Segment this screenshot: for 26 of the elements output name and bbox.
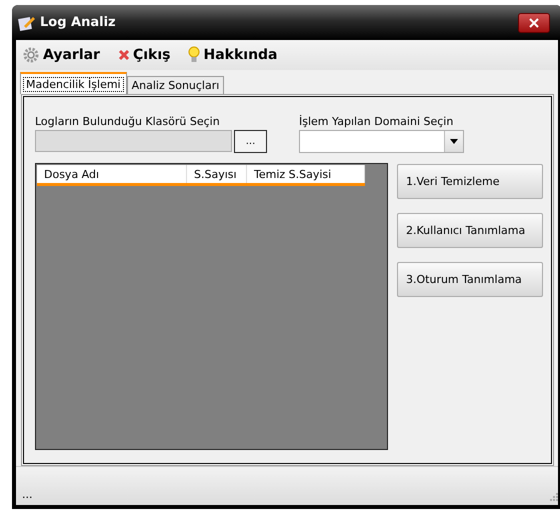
close-icon xyxy=(118,49,130,61)
dropdown-arrow-icon xyxy=(450,139,458,144)
close-icon xyxy=(529,18,539,28)
column-header[interactable]: Temiz S.Sayisi xyxy=(247,165,365,183)
action-button[interactable]: 2.Kullanıcı Tanımlama xyxy=(397,213,543,248)
menu-item[interactable]: Hakkında xyxy=(188,46,278,64)
domain-dropdown[interactable] xyxy=(299,130,464,153)
column-header[interactable]: Dosya Adı xyxy=(37,165,187,183)
pencil-note-icon xyxy=(18,14,36,30)
menu-item[interactable]: Ayarlar xyxy=(22,46,100,64)
field-label: Logların Bulunduğu Klasörü Seçin xyxy=(35,115,221,128)
status-text: ... xyxy=(22,488,32,501)
action-button[interactable]: 3.Oturum Tanımlama xyxy=(397,262,543,297)
folder-path-field[interactable] xyxy=(35,130,232,152)
resize-grip-icon xyxy=(548,491,558,501)
action-button[interactable]: 1.Veri Temizleme xyxy=(397,164,543,199)
tab[interactable]: Madencilik İşlemi xyxy=(20,72,127,94)
close-button[interactable] xyxy=(518,12,550,32)
browse-button[interactable]: ... xyxy=(234,130,267,153)
lightbulb-icon xyxy=(188,46,200,64)
window-title: Log Analiz xyxy=(40,15,117,30)
field-label: İşlem Yapılan Domaini Seçin xyxy=(299,115,454,128)
column-header[interactable]: S.Sayısı xyxy=(187,165,247,183)
tab[interactable]: Analiz Sonuçları xyxy=(126,76,224,94)
gear-icon xyxy=(22,46,40,64)
menu-item[interactable]: Çıkış xyxy=(118,47,170,63)
